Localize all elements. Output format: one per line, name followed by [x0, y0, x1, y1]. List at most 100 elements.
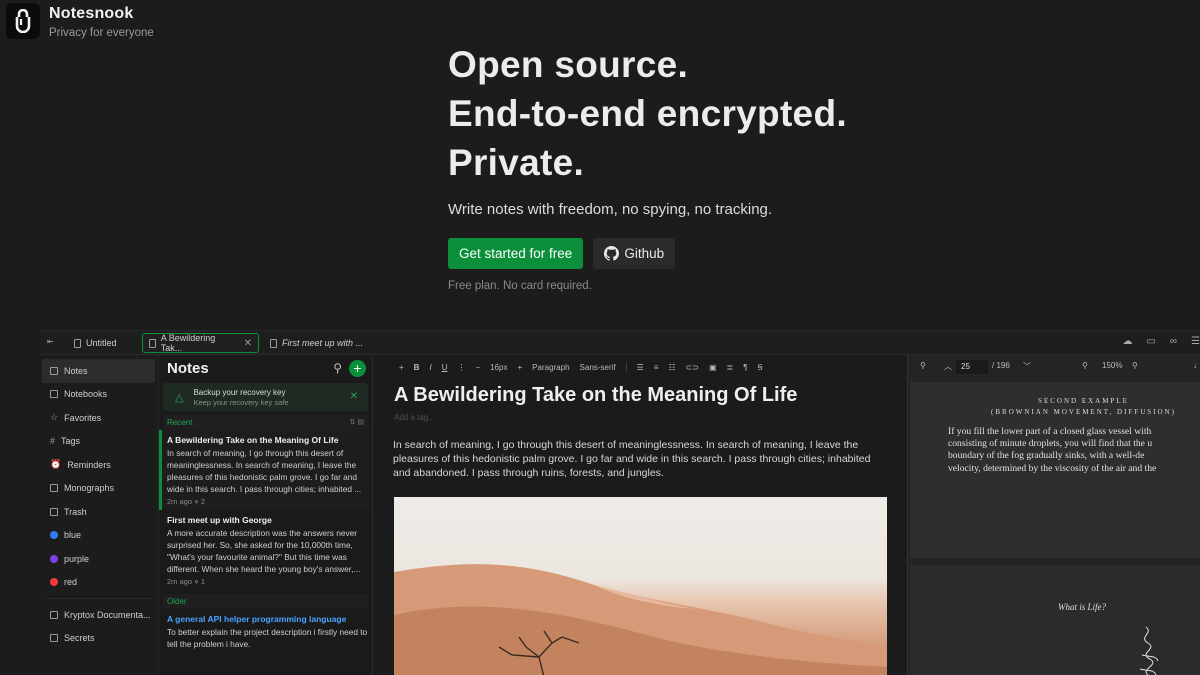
- notes-list-title: Notes: [167, 359, 209, 377]
- sidebar-shortcut-secrets[interactable]: Secrets: [42, 627, 155, 651]
- sidebar-item-monographs[interactable]: Monographs: [42, 477, 155, 501]
- tab-first-meet-up[interactable]: First meet up with ...: [264, 333, 369, 353]
- editor: + B I U ⋮ − 16px + Paragraph Sans-serif …: [373, 355, 907, 675]
- download-icon[interactable]: ↓: [1193, 361, 1197, 370]
- hash-icon: #: [50, 436, 56, 447]
- tab-bar: ⇤ Untitled A Bewildering Tak... ✕ First …: [40, 331, 1200, 355]
- note-title: A general API helper programming languag…: [167, 614, 347, 624]
- sidebar-item-label: blue: [64, 530, 82, 541]
- tab-label: First meet up with ...: [282, 338, 364, 348]
- more-icon[interactable]: ⋮: [457, 363, 465, 372]
- embedded-image: [394, 497, 887, 675]
- notebook-icon: [50, 610, 58, 619]
- tab-untitled[interactable]: Untitled: [68, 333, 123, 353]
- pdf-text-line: If you fill the lower part of a closed g…: [948, 426, 1152, 437]
- tab-label: A Bewildering Tak...: [160, 333, 216, 353]
- note-icon: [50, 366, 58, 375]
- note-editor-title[interactable]: A Bewildering Take on the Meaning Of Lif…: [394, 384, 907, 407]
- group-header-older: Older: [163, 594, 368, 609]
- hero-section: Open source. End-to-end encrypted. Priva…: [448, 40, 1008, 292]
- embed-icon[interactable]: ▣: [709, 363, 717, 372]
- bullet-list-icon[interactable]: ☰: [637, 363, 644, 372]
- tab-bewildering-take[interactable]: A Bewildering Tak... ✕: [142, 333, 259, 353]
- note-item[interactable]: A general API helper programming languag…: [159, 609, 372, 654]
- note-editor-body[interactable]: In search of meaning, I go through this …: [393, 438, 888, 480]
- search-icon[interactable]: ⚲: [920, 361, 926, 370]
- sidebar-color-red[interactable]: red: [42, 571, 155, 595]
- search-icon[interactable]: ⚲: [333, 361, 342, 375]
- close-icon[interactable]: ✕: [350, 391, 358, 402]
- sidebar-divider: [46, 598, 152, 599]
- note-item[interactable]: First meet up with George A more accurat…: [159, 510, 372, 590]
- hero-headline-1: Open source.: [448, 44, 689, 85]
- dna-illustration: [1139, 626, 1159, 675]
- get-started-button[interactable]: Get started for free: [448, 238, 584, 269]
- note-item[interactable]: A Bewildering Take on the Meaning Of Lif…: [159, 430, 372, 510]
- menu-icon[interactable]: ☰: [1191, 336, 1200, 347]
- sidebar-item-favorites[interactable]: ☆ Favorites: [42, 406, 155, 430]
- numbered-list-icon[interactable]: ≡: [654, 363, 659, 372]
- pdf-viewer: ⚲ ︿ 25 / 196 ﹀ ⚲ 150% ⚲ ↓ SECOND EXAMPLE…: [907, 355, 1200, 675]
- note-preview: To better explain the project descriptio…: [167, 627, 368, 649]
- group-label: Older: [167, 597, 187, 606]
- notes-list: Notes ⚲ + △ Backup your recovery key Kee…: [159, 355, 373, 675]
- insert-icon[interactable]: +: [399, 363, 404, 372]
- pdf-page: What is Life?: [910, 565, 1200, 675]
- bold-icon[interactable]: B: [414, 363, 420, 372]
- sidebar-item-notes[interactable]: Notes: [42, 359, 155, 383]
- cloud-sync-icon[interactable]: ☁: [1122, 336, 1132, 347]
- sidebar-item-label: Trash: [64, 506, 87, 517]
- group-header-recent: Recent ⇅ ▤: [163, 415, 368, 430]
- pdf-text-line: consisting of minute droplets, you will …: [948, 438, 1153, 450]
- brand[interactable]: Notesnook Privacy for everyone: [6, 3, 154, 39]
- toolbar-divider: [625, 362, 627, 372]
- zoom-in-icon[interactable]: ⚲: [1132, 361, 1138, 370]
- zoom-level[interactable]: 150%: [1102, 361, 1122, 370]
- zoom-out-icon[interactable]: ⚲: [1082, 361, 1088, 370]
- underline-icon[interactable]: U: [442, 363, 448, 372]
- github-button[interactable]: Github: [593, 238, 676, 269]
- document-icon: [74, 338, 81, 348]
- align-icon[interactable]: ≣: [727, 363, 734, 372]
- sidebar-item-tags[interactable]: # Tags: [42, 430, 155, 454]
- backup-recovery-banner[interactable]: △ Backup your recovery key Keep your rec…: [163, 383, 368, 411]
- sidebar-item-notebooks[interactable]: Notebooks: [42, 383, 155, 407]
- hero-headline-2: End-to-end encrypted.: [448, 93, 847, 134]
- sidebar-item-reminders[interactable]: ⏰ Reminders: [42, 453, 155, 477]
- page-number-input[interactable]: 25: [956, 360, 988, 374]
- tab-label: Untitled: [86, 338, 117, 348]
- editor-toolbar: + B I U ⋮ − 16px + Paragraph Sans-serif …: [373, 355, 907, 379]
- layout-icon[interactable]: ▭: [1146, 336, 1155, 347]
- app-preview: ⇤ Untitled A Bewildering Tak... ✕ First …: [40, 330, 1200, 675]
- text-direction-icon[interactable]: ¶: [743, 363, 747, 372]
- checklist-icon[interactable]: ☷: [668, 363, 675, 372]
- sidebar-color-blue[interactable]: blue: [42, 524, 155, 548]
- paragraph-select[interactable]: Paragraph: [532, 363, 569, 372]
- glasses-icon[interactable]: ∞: [1170, 336, 1177, 347]
- chevron-up-icon[interactable]: ︿: [944, 361, 952, 372]
- font-family-select[interactable]: Sans-serif: [580, 363, 616, 372]
- link-icon[interactable]: ⊂⊃: [686, 363, 699, 372]
- group-label: Recent: [167, 418, 193, 427]
- sidebar-shortcut-kryptox[interactable]: Kryptox Documenta...: [42, 603, 155, 627]
- clear-format-icon[interactable]: Ꞩ: [758, 363, 763, 372]
- tab-nav-icon[interactable]: ⇤: [47, 337, 54, 346]
- color-dot-icon: [50, 531, 58, 540]
- sidebar-color-purple[interactable]: purple: [42, 547, 155, 571]
- italic-icon[interactable]: I: [429, 363, 431, 372]
- increase-font-icon[interactable]: +: [518, 363, 523, 372]
- note-meta: 2m ago ⋄ 1: [167, 577, 206, 586]
- add-tag-input[interactable]: Add a tag...: [394, 413, 907, 422]
- sidebar-item-trash[interactable]: Trash: [42, 500, 155, 524]
- decrease-font-icon[interactable]: −: [475, 363, 480, 372]
- page-total: / 196: [992, 361, 1010, 370]
- sort-icon[interactable]: ⇅ ▤: [350, 415, 364, 430]
- add-note-button[interactable]: +: [349, 360, 366, 377]
- star-icon: ☆: [50, 412, 59, 423]
- close-icon[interactable]: ✕: [244, 338, 252, 349]
- chevron-down-icon[interactable]: ﹀: [1023, 361, 1031, 372]
- sidebar-item-label: red: [64, 577, 78, 588]
- document-icon: [270, 338, 277, 348]
- warning-icon: △: [175, 391, 184, 404]
- font-size-select[interactable]: 16px: [490, 363, 507, 372]
